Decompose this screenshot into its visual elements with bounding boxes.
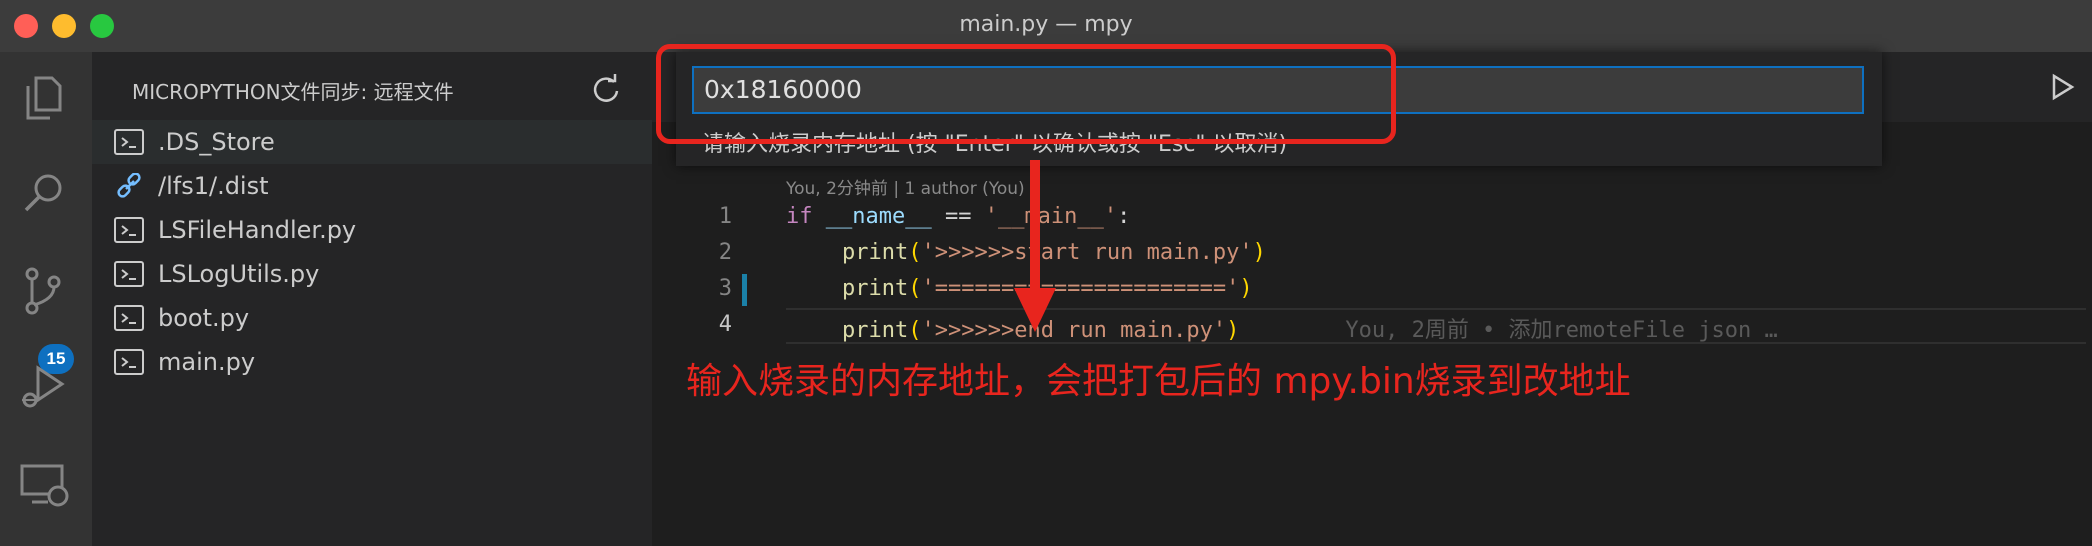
file-name: .DS_Store <box>158 128 275 156</box>
file-item-lsfilehandler[interactable]: LSFileHandler.py <box>92 208 652 252</box>
line-number: 3 <box>718 276 732 301</box>
file-item-boot[interactable]: boot.py <box>92 296 652 340</box>
code-token: ( <box>908 240 922 265</box>
code-token: '>>>>>>start run main.py' <box>921 240 1253 265</box>
file-terminal-icon <box>114 217 144 243</box>
remote-explorer-icon[interactable] <box>14 456 74 516</box>
annotation-text: 输入烧录的内存地址，会把打包后的 mpy.bin烧录到改地址 <box>686 361 1631 402</box>
activity-bar: 15 <box>0 52 92 546</box>
code-line-1[interactable]: if __name__ == '__main__': <box>786 204 1130 229</box>
file-terminal-icon <box>114 261 144 287</box>
window-title: main.py — mpy <box>959 12 1133 37</box>
code-token: '>>>>>>end run main.py' <box>921 318 1227 343</box>
annotation-arrow-icon <box>1014 160 1056 332</box>
link-icon <box>117 173 141 198</box>
file-name: main.py <box>158 348 256 376</box>
file-name: LSFileHandler.py <box>158 216 357 244</box>
run-debug-icon[interactable] <box>14 358 74 418</box>
file-name: LSLogUtils.py <box>158 260 320 288</box>
annotation-highlight-box <box>656 44 1396 144</box>
code-token: ( <box>908 318 922 343</box>
code-token: ) <box>1239 276 1253 301</box>
file-name: boot.py <box>158 304 250 332</box>
source-control-icon[interactable] <box>14 262 74 322</box>
code-token: ( <box>908 276 922 301</box>
inline-blame: You, 2周前 • 添加remoteFile json … <box>1239 318 1777 343</box>
sidebar-title: MICROPYTHON文件同步: 远程文件 <box>132 80 454 104</box>
code-token: ) <box>1226 318 1240 343</box>
codelens-blame[interactable]: You, 2分钟前 | 1 author (You) <box>786 174 1025 199</box>
refresh-icon[interactable] <box>588 72 622 106</box>
code-token: __name__ <box>825 204 932 229</box>
file-item-dist-link[interactable]: /lfs1/.dist <box>92 164 652 208</box>
search-icon[interactable] <box>14 164 74 224</box>
code-token: print <box>842 318 909 343</box>
inline-blame-text: You, 2周前 • 添加remoteFile json … <box>1345 318 1778 343</box>
code-token: print <box>842 276 909 301</box>
code-line-4[interactable]: print('>>>>>>end run main.py') You, 2周前 … <box>842 312 1778 344</box>
file-item-ds-store[interactable]: .DS_Store <box>92 120 652 164</box>
code-token: print <box>842 240 909 265</box>
file-name: /lfs1/.dist <box>158 172 269 200</box>
file-terminal-icon <box>114 305 144 331</box>
files-icon[interactable] <box>14 68 74 128</box>
code-token: == <box>931 204 985 229</box>
file-item-lslogutils[interactable]: LSLogUtils.py <box>92 252 652 296</box>
file-terminal-icon <box>114 129 144 155</box>
explorer-sidebar: MICROPYTHON文件同步: 远程文件 .DS_Store /lfs1/.d… <box>92 52 652 546</box>
line-number: 4 <box>718 312 732 337</box>
file-item-main[interactable]: main.py <box>92 340 652 384</box>
code-token: if <box>786 204 813 229</box>
run-icon[interactable] <box>2048 72 2078 102</box>
code-token: : <box>1117 204 1131 229</box>
line-number: 1 <box>718 204 732 229</box>
file-terminal-icon <box>114 349 144 375</box>
code-token: ) <box>1252 240 1266 265</box>
code-token: '======================' <box>921 276 1240 301</box>
line-number: 2 <box>718 240 732 265</box>
gutter-modified-marker <box>742 274 747 306</box>
